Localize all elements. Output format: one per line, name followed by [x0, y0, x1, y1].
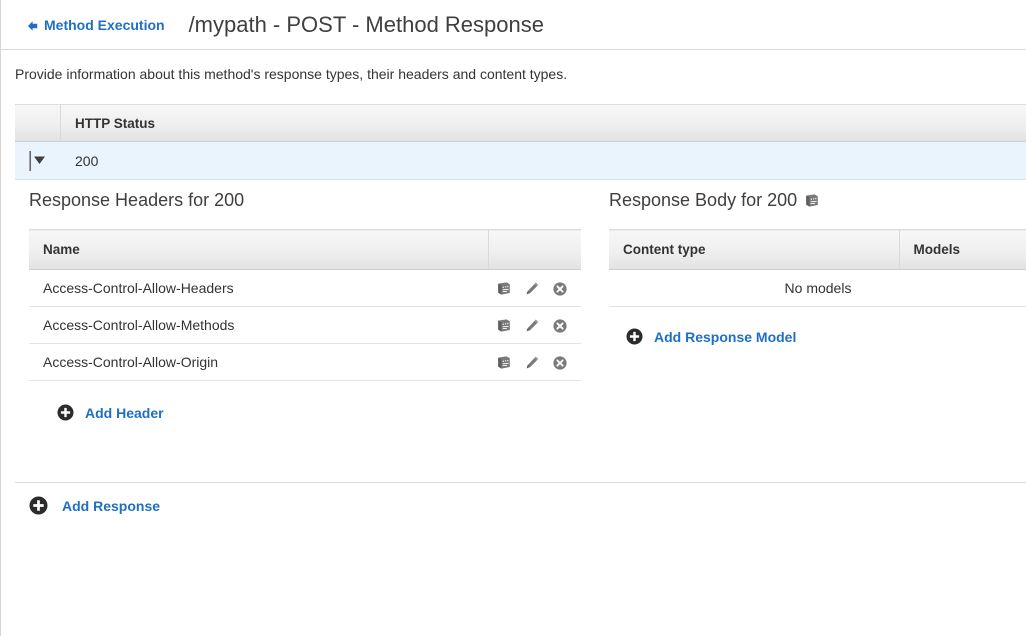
plus-circle-icon: [29, 496, 48, 515]
book-icon[interactable]: [804, 193, 820, 209]
http-status-table: HTTP Status 200: [15, 104, 1026, 180]
add-response-label: Add Response: [62, 498, 160, 514]
response-headers-title-text: Response Headers for 200: [29, 190, 244, 211]
arrow-left-icon: [25, 19, 39, 33]
table-row: Access-Control-Allow-Origin: [29, 344, 581, 381]
response-body-title-text: Response Body for 200: [609, 190, 797, 211]
pencil-icon[interactable]: [524, 318, 540, 334]
add-response-model-row: Add Response Model: [626, 328, 1026, 350]
add-header-button[interactable]: Add Header: [57, 404, 164, 421]
header-name-column-header: Name: [29, 230, 488, 270]
response-headers-table: Name Access-Control-Allow-Headers: [29, 229, 581, 381]
header-actions-column-header: [488, 230, 581, 270]
book-icon[interactable]: [496, 355, 512, 371]
add-response-model-label: Add Response Model: [654, 329, 796, 345]
table-row: Access-Control-Allow-Headers: [29, 270, 581, 307]
header-actions-cell: [488, 270, 581, 307]
add-response-model-button[interactable]: Add Response Model: [626, 328, 796, 345]
header-name-cell: Access-Control-Allow-Origin: [29, 344, 488, 381]
tree-expander-expanded-icon[interactable]: [29, 151, 51, 171]
response-body-table: Content type Models No models: [609, 229, 1026, 307]
pencil-icon[interactable]: [524, 281, 540, 297]
delete-circle-icon[interactable]: [552, 281, 568, 297]
header-name-cell: Access-Control-Allow-Methods: [29, 307, 488, 344]
content-type-column-header: Content type: [609, 230, 899, 270]
plus-circle-icon: [626, 328, 643, 345]
table-row: Access-Control-Allow-Methods: [29, 307, 581, 344]
response-headers-title: Response Headers for 200: [29, 190, 581, 211]
header-actions-cell: [488, 307, 581, 344]
header-actions-cell: [488, 344, 581, 381]
book-icon[interactable]: [496, 318, 512, 334]
book-icon[interactable]: [496, 281, 512, 297]
header-name-cell: Access-Control-Allow-Headers: [29, 270, 488, 307]
add-response-row: Add Response: [29, 496, 160, 520]
http-status-value: 200: [61, 153, 98, 169]
http-status-column-header: HTTP Status: [61, 116, 155, 131]
table-row: No models: [609, 270, 1026, 307]
add-response-button[interactable]: Add Response: [29, 496, 160, 515]
response-body-title: Response Body for 200: [609, 190, 1026, 211]
response-headers-section: Response Headers for 200 Name Access-Con…: [29, 190, 581, 426]
delete-circle-icon[interactable]: [552, 355, 568, 371]
page-header: Method Execution /mypath - POST - Method…: [1, 0, 1026, 50]
add-header-row: Add Header: [57, 404, 581, 426]
page-description: Provide information about this method's …: [15, 66, 567, 82]
back-to-method-execution-link[interactable]: Method Execution: [25, 17, 165, 33]
page-title: /mypath - POST - Method Response: [189, 12, 544, 38]
expander-column-header: [15, 104, 61, 142]
pencil-icon[interactable]: [524, 355, 540, 371]
http-status-table-header: HTTP Status: [15, 104, 1026, 142]
footer-divider: [15, 482, 1026, 483]
back-link-label: Method Execution: [44, 17, 165, 33]
table-row[interactable]: 200: [15, 142, 1026, 180]
response-body-table-header-row: Content type Models: [609, 230, 1026, 270]
plus-circle-icon: [57, 404, 74, 421]
no-models-message: No models: [609, 270, 1026, 307]
response-headers-table-header-row: Name: [29, 230, 581, 270]
expander-cell: [15, 142, 61, 180]
models-column-header: Models: [899, 230, 1026, 270]
delete-circle-icon[interactable]: [552, 318, 568, 334]
method-response-page: Method Execution /mypath - POST - Method…: [0, 0, 1026, 636]
add-header-label: Add Header: [85, 405, 164, 421]
response-body-section: Response Body for 200: [609, 190, 1026, 350]
